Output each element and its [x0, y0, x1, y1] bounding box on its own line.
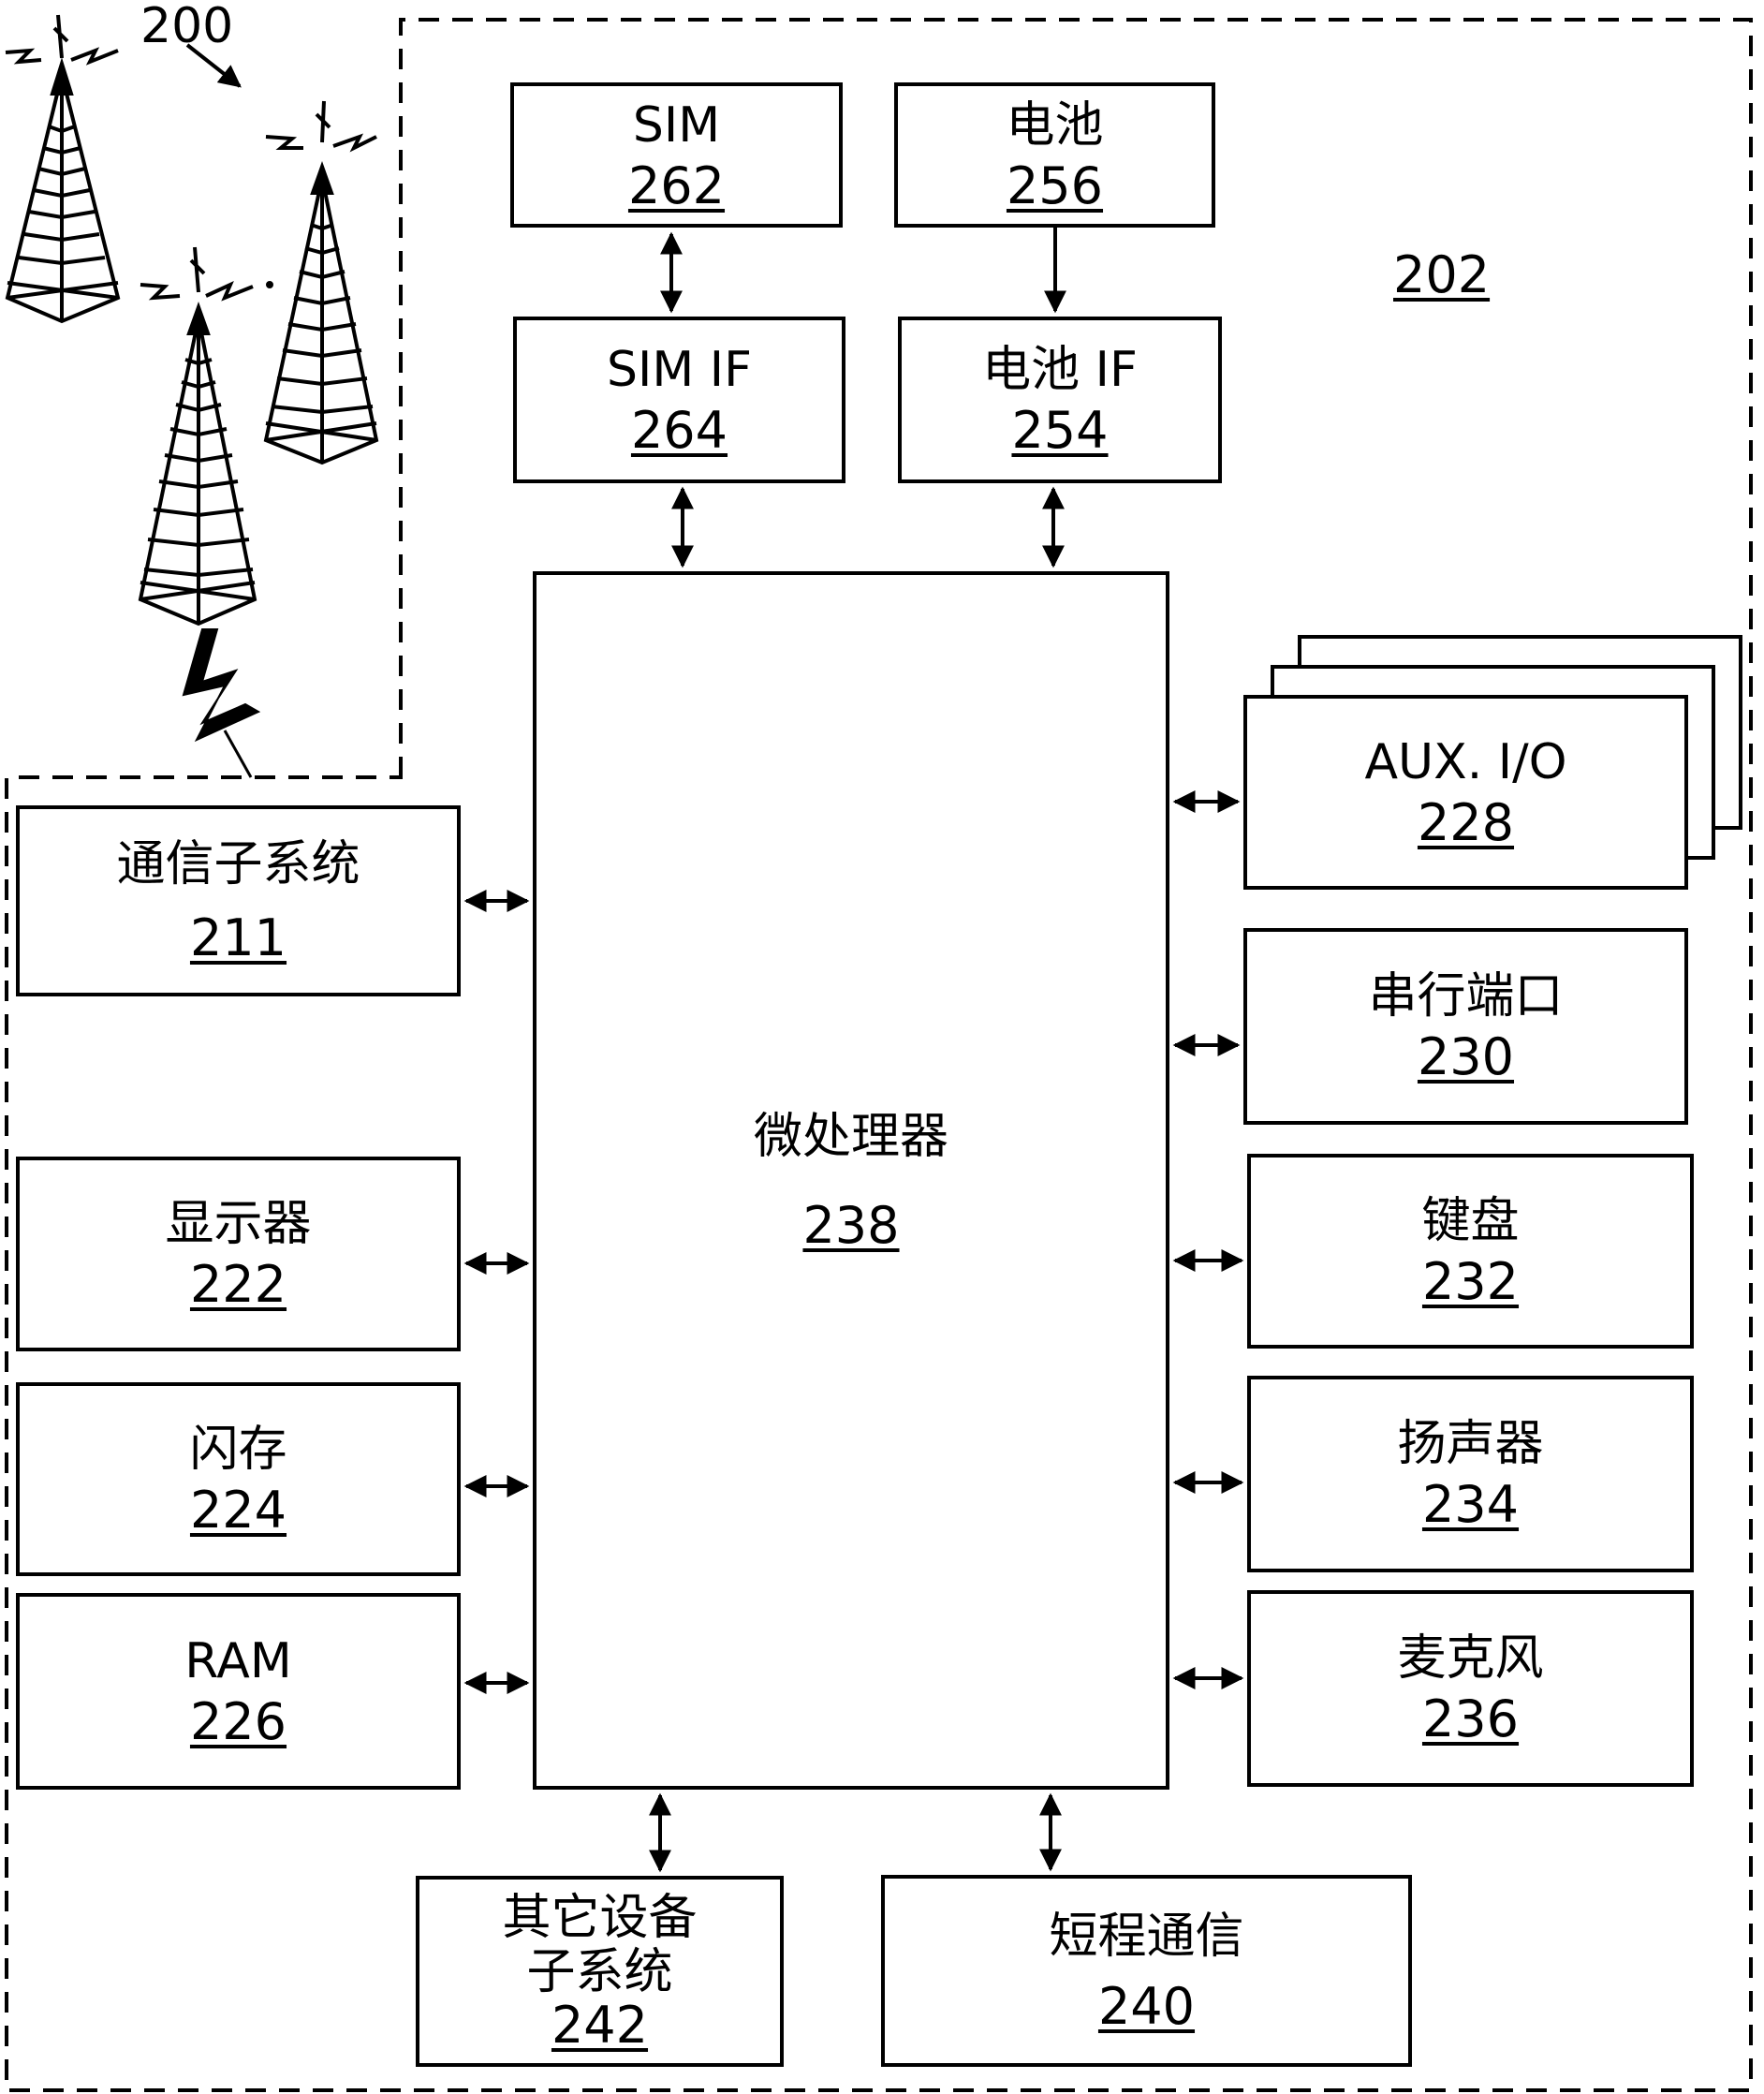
aux-io-block: AUX. I/O 228 — [1243, 695, 1688, 890]
block-name: SIM IF — [607, 342, 752, 398]
block-name: 电池 — [1006, 96, 1104, 154]
cell-tower-icon — [138, 246, 273, 627]
block-ref: 211 — [189, 908, 287, 967]
speaker-block: 扬声器 234 — [1247, 1376, 1694, 1572]
block-ref: 228 — [1417, 793, 1515, 852]
block-ref: 232 — [1421, 1252, 1520, 1311]
sim-block: SIM 262 — [510, 82, 843, 228]
battery-interface-block: 电池 IF 254 — [898, 317, 1222, 483]
display-block: 显示器 222 — [16, 1157, 461, 1351]
block-name: SIM — [632, 96, 721, 154]
block-ref: 264 — [630, 401, 728, 460]
microphone-block: 麦克风 236 — [1247, 1590, 1694, 1787]
system-ref-label: 200 — [140, 0, 234, 54]
cell-tower-icon — [5, 14, 121, 324]
flash-memory-block: 闪存 224 — [16, 1382, 461, 1576]
lightning-bolt-tail — [223, 730, 253, 778]
block-name-line1: 其它设备 — [502, 1890, 698, 1946]
ram-block: RAM 226 — [16, 1593, 461, 1790]
block-ref: 236 — [1421, 1689, 1520, 1748]
block-name: 微处理器 — [753, 1108, 948, 1165]
block-name: 显示器 — [165, 1196, 312, 1252]
communication-subsystem-block: 通信子系统 211 — [16, 805, 461, 996]
block-ref: 256 — [1006, 155, 1104, 215]
keyboard-block: 键盘 232 — [1247, 1154, 1694, 1349]
block-name: 键盘 — [1421, 1193, 1520, 1249]
block-name: 短程通信 — [1049, 1908, 1244, 1965]
block-name: RAM — [184, 1633, 292, 1689]
block-ref: 238 — [802, 1195, 900, 1255]
battery-block: 电池 256 — [894, 82, 1215, 228]
sim-interface-block: SIM IF 264 — [513, 317, 845, 483]
block-ref: 240 — [1097, 1976, 1196, 2036]
block-ref: 224 — [189, 1480, 287, 1540]
other-device-subsystem-block: 其它设备 子系统 242 — [416, 1876, 784, 2067]
block-ref: 242 — [551, 1996, 649, 2055]
cell-tower-icon — [263, 100, 379, 465]
block-ref: 262 — [627, 155, 726, 215]
block-name: 扬声器 — [1397, 1416, 1544, 1472]
block-name: 电池 IF — [982, 342, 1138, 398]
block-ref: 230 — [1417, 1027, 1515, 1086]
device-ref-label: 202 — [1393, 245, 1491, 304]
block-ref: 222 — [189, 1255, 287, 1314]
microprocessor-block: 微处理器 238 — [533, 571, 1169, 1790]
serial-port-block: 串行端口 230 — [1243, 928, 1688, 1125]
block-name: AUX. I/O — [1364, 734, 1567, 790]
block-ref: 254 — [1011, 401, 1109, 460]
block-name: 麦克风 — [1397, 1630, 1544, 1687]
block-ref: 226 — [189, 1692, 287, 1751]
block-name: 串行端口 — [1368, 968, 1564, 1025]
block-ref: 234 — [1421, 1475, 1520, 1534]
block-name: 通信子系统 — [116, 836, 360, 892]
short-range-communication-block: 短程通信 240 — [881, 1875, 1412, 2067]
block-name-line2: 子系统 — [526, 1944, 673, 2000]
lightning-bolt-icon — [182, 628, 261, 743]
block-name: 闪存 — [189, 1421, 287, 1478]
